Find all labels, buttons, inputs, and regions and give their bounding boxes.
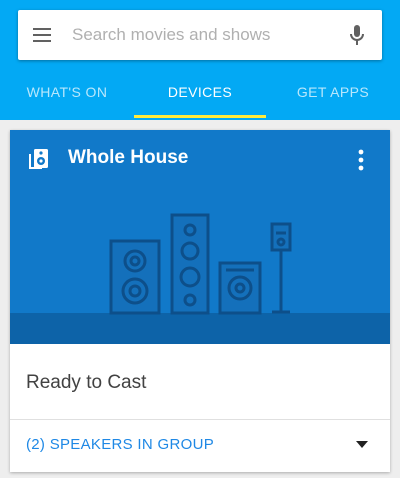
active-tab-indicator [134,115,266,118]
more-vert-icon[interactable] [351,149,371,171]
tab-whats-on[interactable]: WHAT'S ON [0,76,134,120]
speakers-illustration [109,213,292,315]
search-bar[interactable] [18,10,382,60]
device-hero: Whole House [10,130,390,344]
tab-devices[interactable]: DEVICES [134,76,266,120]
menu-icon[interactable] [31,25,53,45]
microphone-icon[interactable] [345,23,369,47]
app-bar: WHAT'S ON DEVICES GET APPS [0,0,400,120]
speaker-group-icon [29,149,48,169]
speakers-in-group-link[interactable]: (2) SPEAKERS IN GROUP [26,436,214,453]
device-card: Whole House Ready to Cast (2) SPEAKERS I… [10,130,390,472]
search-input[interactable] [72,20,332,50]
tab-bar: WHAT'S ON DEVICES GET APPS [0,76,400,120]
device-name: Whole House [68,147,189,168]
tab-get-apps[interactable]: GET APPS [266,76,400,120]
dropdown-arrow-icon[interactable] [354,438,370,450]
device-status: Ready to Cast [26,372,147,393]
card-divider [10,419,390,420]
